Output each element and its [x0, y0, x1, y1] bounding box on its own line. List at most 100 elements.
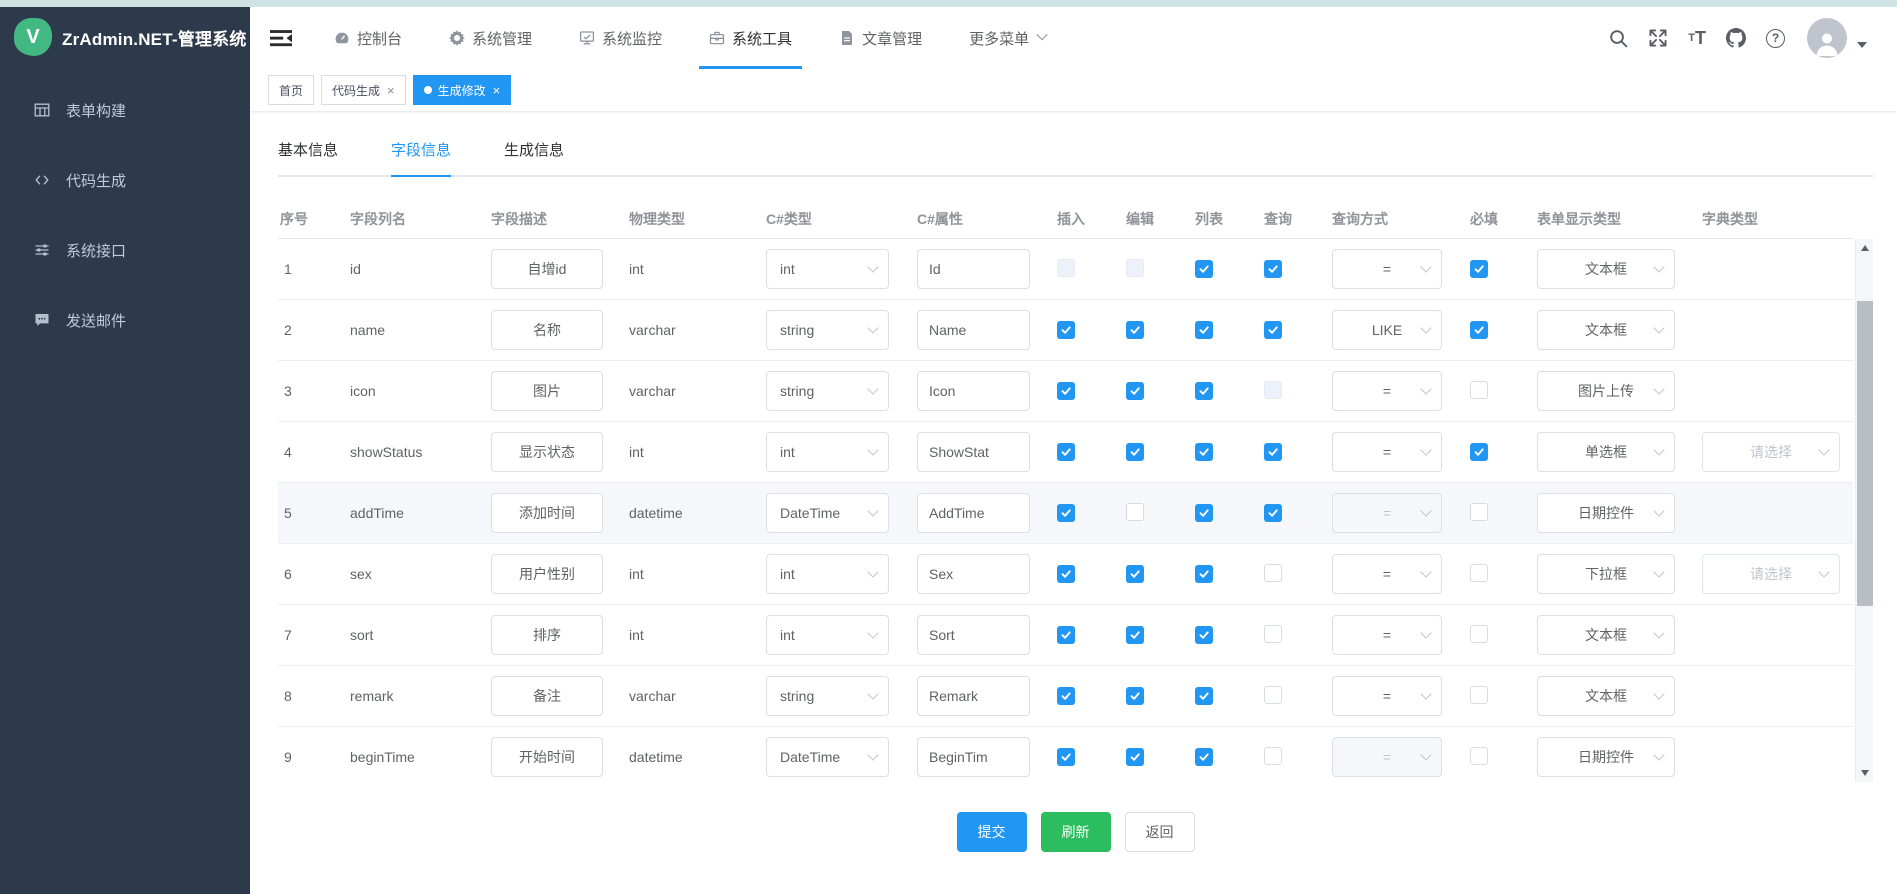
fullscreen-icon[interactable]: [1648, 28, 1668, 48]
display-type-select[interactable]: 下拉框: [1537, 554, 1675, 594]
cs-type-select[interactable]: int: [766, 554, 889, 594]
edit-checkbox[interactable]: [1126, 503, 1144, 521]
query-checkbox[interactable]: [1264, 625, 1282, 643]
nav-item-控制台[interactable]: 控制台: [318, 7, 418, 69]
nav-item-文章管理[interactable]: 文章管理: [823, 7, 938, 69]
display-type-select[interactable]: 文本框: [1537, 310, 1675, 350]
display-type-select[interactable]: 文本框: [1537, 615, 1675, 655]
submit-button[interactable]: 提交: [957, 812, 1027, 852]
query-type-select[interactable]: LIKE: [1332, 310, 1442, 350]
tab-基本信息[interactable]: 基本信息: [278, 139, 338, 175]
query-type-select[interactable]: =: [1332, 676, 1442, 716]
cs-property-input[interactable]: Sort: [917, 615, 1030, 655]
edit-checkbox[interactable]: [1126, 321, 1144, 339]
query-checkbox[interactable]: [1264, 504, 1282, 522]
query-type-select[interactable]: =: [1332, 615, 1442, 655]
required-checkbox[interactable]: [1470, 321, 1488, 339]
cs-type-select[interactable]: int: [766, 432, 889, 472]
list-checkbox[interactable]: [1195, 504, 1213, 522]
tab-字段信息[interactable]: 字段信息: [391, 139, 451, 175]
help-icon[interactable]: ?: [1766, 29, 1785, 48]
insert-checkbox[interactable]: [1057, 565, 1075, 583]
dict-type-select[interactable]: 请选择: [1702, 432, 1840, 472]
required-checkbox[interactable]: [1470, 503, 1488, 521]
hamburger-icon[interactable]: [270, 29, 292, 47]
avatar[interactable]: [1807, 18, 1847, 58]
query-checkbox[interactable]: [1264, 747, 1282, 765]
field-desc-input[interactable]: 自增id: [491, 249, 603, 289]
scrollbar-thumb[interactable]: [1857, 301, 1873, 606]
query-type-select[interactable]: =: [1332, 371, 1442, 411]
cs-property-input[interactable]: Icon: [917, 371, 1030, 411]
github-icon[interactable]: [1726, 28, 1746, 48]
insert-checkbox[interactable]: [1057, 382, 1075, 400]
refresh-button[interactable]: 刷新: [1041, 812, 1111, 852]
field-desc-input[interactable]: 图片: [491, 371, 603, 411]
cs-property-input[interactable]: Name: [917, 310, 1030, 350]
cs-type-select[interactable]: string: [766, 676, 889, 716]
required-checkbox[interactable]: [1470, 564, 1488, 582]
nav-item-系统管理[interactable]: 系统管理: [433, 7, 548, 69]
field-desc-input[interactable]: 备注: [491, 676, 603, 716]
insert-checkbox[interactable]: [1057, 321, 1075, 339]
cs-type-select[interactable]: int: [766, 615, 889, 655]
dict-type-select[interactable]: 请选择: [1702, 554, 1840, 594]
nav-item-更多菜单[interactable]: 更多菜单: [953, 7, 1062, 69]
display-type-select[interactable]: 文本框: [1537, 249, 1675, 289]
close-icon[interactable]: ×: [493, 84, 501, 97]
display-type-select[interactable]: 日期控件: [1537, 493, 1675, 533]
search-icon[interactable]: [1608, 28, 1628, 48]
required-checkbox[interactable]: [1470, 747, 1488, 765]
scroll-up-arrow-icon[interactable]: [1856, 241, 1873, 255]
query-type-select[interactable]: =: [1332, 432, 1442, 472]
edit-checkbox[interactable]: [1126, 626, 1144, 644]
insert-checkbox[interactable]: [1057, 443, 1075, 461]
tag-代码生成[interactable]: 代码生成×: [321, 75, 406, 105]
cs-property-input[interactable]: Remark: [917, 676, 1030, 716]
query-checkbox[interactable]: [1264, 321, 1282, 339]
tab-生成信息[interactable]: 生成信息: [504, 139, 564, 175]
insert-checkbox[interactable]: [1057, 504, 1075, 522]
field-desc-input[interactable]: 添加时间: [491, 493, 603, 533]
caret-down-icon[interactable]: [1857, 42, 1867, 48]
close-icon[interactable]: ×: [387, 84, 395, 97]
list-checkbox[interactable]: [1195, 748, 1213, 766]
tag-首页[interactable]: 首页: [268, 75, 314, 105]
list-checkbox[interactable]: [1195, 626, 1213, 644]
sidebar-item-发送邮件[interactable]: 发送邮件: [0, 285, 250, 355]
sidebar-item-表单构建[interactable]: 表单构建: [0, 75, 250, 145]
edit-checkbox[interactable]: [1126, 565, 1144, 583]
required-checkbox[interactable]: [1470, 625, 1488, 643]
query-checkbox[interactable]: [1264, 260, 1282, 278]
app-logo-row[interactable]: V ZrAdmin.NET-管理系统: [0, 7, 250, 67]
list-checkbox[interactable]: [1195, 565, 1213, 583]
cs-property-input[interactable]: BeginTim: [917, 737, 1030, 777]
display-type-select[interactable]: 单选框: [1537, 432, 1675, 472]
insert-checkbox[interactable]: [1057, 687, 1075, 705]
required-checkbox[interactable]: [1470, 686, 1488, 704]
cs-property-input[interactable]: Id: [917, 249, 1030, 289]
insert-checkbox[interactable]: [1057, 748, 1075, 766]
query-type-select[interactable]: =: [1332, 554, 1442, 594]
cs-property-input[interactable]: Sex: [917, 554, 1030, 594]
cs-property-input[interactable]: AddTime: [917, 493, 1030, 533]
scroll-down-arrow-icon[interactable]: [1856, 766, 1873, 780]
required-checkbox[interactable]: [1470, 381, 1488, 399]
insert-checkbox[interactable]: [1057, 626, 1075, 644]
sidebar-item-代码生成[interactable]: 代码生成: [0, 145, 250, 215]
font-size-icon[interactable]: TT: [1688, 28, 1706, 49]
list-checkbox[interactable]: [1195, 260, 1213, 278]
edit-checkbox[interactable]: [1126, 382, 1144, 400]
back-button[interactable]: 返回: [1125, 812, 1195, 852]
field-desc-input[interactable]: 用户性别: [491, 554, 603, 594]
required-checkbox[interactable]: [1470, 260, 1488, 278]
cs-type-select[interactable]: string: [766, 371, 889, 411]
field-desc-input[interactable]: 名称: [491, 310, 603, 350]
list-checkbox[interactable]: [1195, 321, 1213, 339]
query-checkbox[interactable]: [1264, 443, 1282, 461]
cs-property-input[interactable]: ShowStat: [917, 432, 1030, 472]
nav-item-系统监控[interactable]: 系统监控: [563, 7, 678, 69]
display-type-select[interactable]: 日期控件: [1537, 737, 1675, 777]
query-checkbox[interactable]: [1264, 564, 1282, 582]
cs-type-select[interactable]: DateTime: [766, 737, 889, 777]
